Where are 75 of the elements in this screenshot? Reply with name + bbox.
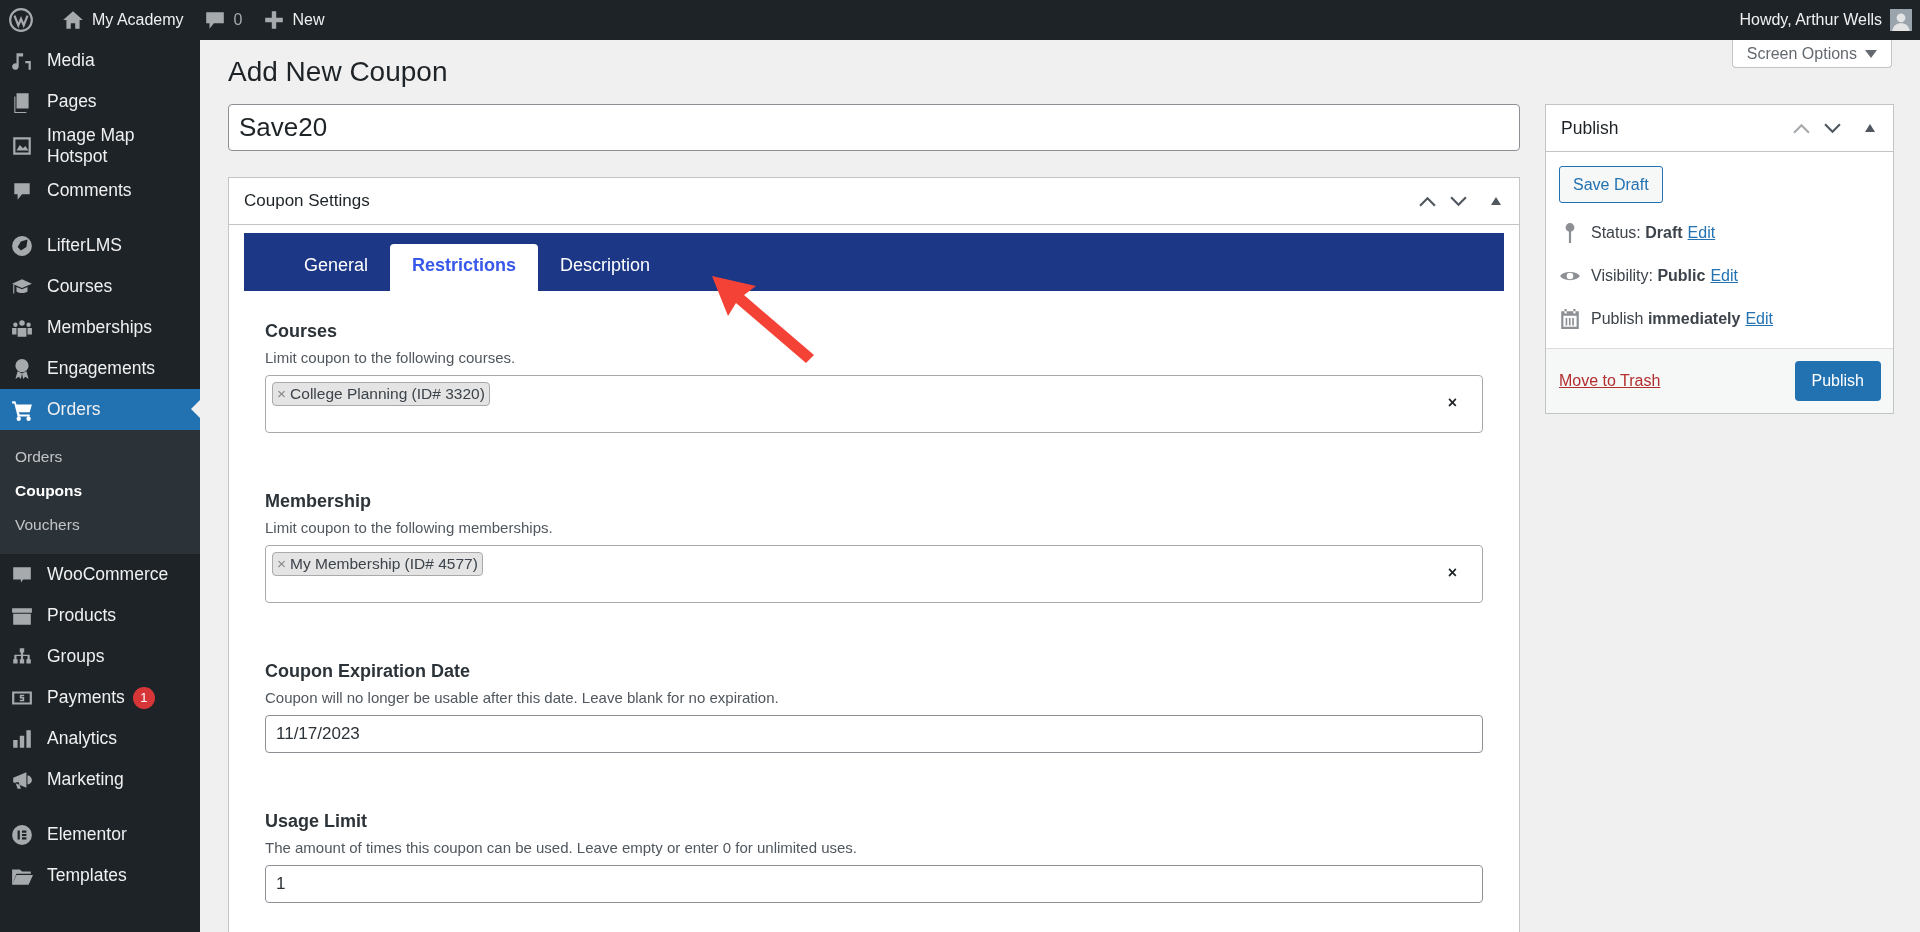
save-draft-button[interactable]: Save Draft — [1559, 166, 1663, 203]
menu-pointer — [191, 400, 200, 418]
sidebar-item[interactable]: Media — [0, 40, 200, 81]
sidebar-item[interactable]: Engagements — [0, 348, 200, 389]
multiselect-field[interactable]: × My Membership (ID# 4577) × — [265, 545, 1483, 603]
publish-info: Status: Draft — [1591, 223, 1683, 242]
submenu-item[interactable]: Orders — [0, 440, 200, 474]
chart-icon — [11, 727, 33, 750]
sidebar-item[interactable]: Elementor — [0, 814, 200, 855]
clear-button[interactable]: × — [1447, 564, 1457, 582]
screen-options-button[interactable]: Screen Options — [1731, 40, 1892, 68]
field-description: Limit coupon to the following memberships. — [265, 519, 554, 536]
input-field[interactable]: 1 — [265, 865, 1483, 903]
collapse-triangle-icon[interactable] — [1491, 197, 1501, 205]
speech-bubble-icon — [203, 9, 226, 31]
chevron-up-icon[interactable] — [1419, 195, 1436, 207]
sidebar-item[interactable]: Image Map Hotspot — [0, 122, 200, 170]
tab[interactable]: Restrictions — [390, 244, 539, 291]
tag-label: My Membership (ID# 4577) — [290, 555, 478, 573]
tag-label: College Planning (ID# 3320) — [290, 385, 485, 403]
edit-link[interactable]: Edit — [1745, 309, 1773, 328]
new-link[interactable]: New — [252, 9, 335, 31]
sidebar-item[interactable]: Products — [0, 595, 200, 636]
field-label: Coupon Expiration Date — [265, 661, 471, 682]
edit-link[interactable]: Edit — [1710, 266, 1738, 285]
count-badge: 1 — [132, 686, 155, 709]
chevron-down-icon[interactable] — [1450, 195, 1467, 207]
submenu-item[interactable]: Coupons — [0, 474, 200, 508]
comments-link[interactable]: 0 — [193, 9, 253, 31]
collapse-triangle-icon[interactable] — [1865, 124, 1875, 132]
field-label: Usage Limit — [265, 811, 369, 832]
home-icon — [62, 9, 84, 31]
sidebar-item[interactable]: Orders — [0, 389, 200, 430]
avatar-icon — [1890, 9, 1912, 31]
sidebar-item[interactable]: Analytics — [0, 718, 200, 759]
calendar-icon — [1559, 307, 1581, 330]
move-to-trash-link[interactable]: Move to Trash — [1559, 372, 1661, 390]
submenu-item[interactable]: Vouchers — [0, 508, 200, 542]
publish-button[interactable]: Publish — [1794, 361, 1881, 401]
caret-icon — [1865, 49, 1877, 58]
page-title: Add New Coupon — [228, 56, 449, 88]
sidebar-item[interactable]: WooCommerce — [0, 554, 200, 595]
field-description: Limit coupon to the following courses. — [265, 349, 517, 366]
sidebar-item[interactable]: Pages — [0, 81, 200, 122]
sidebar-item[interactable]: LifterLMS — [0, 225, 200, 266]
publish-info: Visibility: Public — [1591, 266, 1706, 285]
plus-icon — [262, 9, 285, 31]
panel-title: Coupon Settings — [244, 191, 370, 211]
wordpress-logo-icon[interactable] — [8, 7, 34, 33]
multiselect-field[interactable]: × College Planning (ID# 3320) × — [265, 375, 1483, 433]
chevron-down-icon[interactable] — [1824, 122, 1841, 134]
image-icon — [11, 135, 33, 157]
tab[interactable]: Description — [538, 244, 673, 291]
account-link[interactable]: Howdy, Arthur Wells — [1729, 9, 1920, 31]
sidebar-item[interactable]: Memberships — [0, 307, 200, 348]
sidebar-item[interactable]: Templates — [0, 855, 200, 896]
publish-info: Publish immediately — [1591, 309, 1741, 328]
clear-button[interactable]: × — [1447, 394, 1457, 412]
tab[interactable]: General — [282, 244, 391, 291]
edit-link[interactable]: Edit — [1687, 223, 1716, 242]
cart-icon — [11, 398, 33, 421]
sidebar-item[interactable]: Courses — [0, 266, 200, 307]
input-field[interactable]: 11/17/2023 — [265, 715, 1483, 753]
sidebar-item[interactable]: Payments 1 — [0, 677, 200, 718]
elementor-icon — [11, 823, 33, 846]
sidebar-item[interactable]: Groups — [0, 636, 200, 677]
field-label: Membership — [265, 491, 373, 512]
field-description: The amount of times this coupon can be used. Leave empty or enter 0 for unlimited uses. — [265, 839, 858, 856]
field-label: Courses — [265, 321, 339, 342]
site-name-link[interactable]: My Academy — [52, 9, 194, 31]
title-field[interactable]: Save20 — [228, 104, 1520, 151]
field-description: Coupon will no longer be usable after this date. Leave blank for no expiration. — [265, 689, 780, 706]
panel-title: Publish — [1561, 117, 1619, 139]
sidebar-item[interactable]: Comments — [0, 170, 200, 211]
sidebar-item[interactable]: Marketing — [0, 759, 200, 800]
